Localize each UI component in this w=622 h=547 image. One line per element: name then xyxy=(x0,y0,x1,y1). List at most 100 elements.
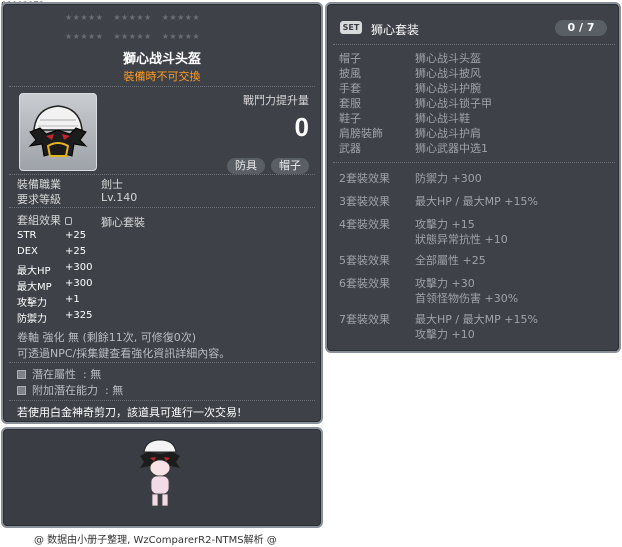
set-piece-name: 狮心战斗披风 xyxy=(415,67,481,80)
trade-note: 裝備時不可交換 xyxy=(123,70,201,83)
scissor-note: 若使用白金神奇剪刀，該道具可進行一次交易! xyxy=(17,406,242,419)
stat-dex: DEX +25 xyxy=(17,246,86,257)
set-effect-tier-label: 6套裝效果 xyxy=(339,277,390,290)
stat-value: +1 xyxy=(65,294,80,305)
star-force-row-1: ★★★★★ ★★★★★ ★★★★★ xyxy=(65,13,201,22)
set-piece-row: 披風 狮心战斗披风 xyxy=(339,65,481,81)
tag-hat: 帽子 xyxy=(271,158,309,174)
req-job: 裝備職業 劍士 xyxy=(17,176,123,192)
character-preview xyxy=(140,439,180,507)
set-effect-line: 攻擊力 +15 xyxy=(415,218,475,231)
set-effect-tier-label: 3套裝效果 xyxy=(339,195,390,208)
item-name: 獅心战斗头盔 xyxy=(122,52,201,67)
stat-attack: 攻擊力 +1 xyxy=(17,294,80,309)
set-effect-line: 狀態异常抗性 +10 xyxy=(415,233,508,246)
set-piece-slot: 套服 xyxy=(339,97,361,110)
set-effect-line: 最大HP / 最大MP +15% xyxy=(415,313,538,326)
divider xyxy=(333,44,615,45)
req-level: 要求等級 Lv.140 xyxy=(17,191,137,207)
combat-power-value: 0 xyxy=(294,112,309,142)
set-title: 狮心套装 xyxy=(371,23,420,37)
item-tooltip: ★★★★★ ★★★★★ ★★★★★ ★★★★★ ★★★★★ ★★★★★ 獅心战斗头盔 裝… xyxy=(1,2,323,424)
star-force-row-2: ★★★★★ ★★★★★ ★★★★★ xyxy=(65,32,201,41)
set-effect-tier: 5套裝效果 全部屬性 +25 xyxy=(339,252,486,268)
set-effect-line: 攻擊力 +30 xyxy=(415,277,475,290)
set-piece-name: 狮心战斗头盔 xyxy=(415,52,481,65)
potential-label: 附加潛在能力 xyxy=(32,384,98,397)
helmet-icon xyxy=(28,105,88,157)
potential-icon xyxy=(17,370,26,379)
stat-value: +25 xyxy=(65,246,87,257)
stat-label: DEX xyxy=(17,246,38,257)
set-effect-line: 首领怪物伤害 +30% xyxy=(415,292,519,305)
combat-power-label: 戰鬥力提升量 xyxy=(243,94,309,107)
set-piece-slot: 披風 xyxy=(339,67,361,80)
potential-row: 潛在屬性 : 無 xyxy=(17,366,101,382)
set-piece-row: 武器 狮心武器中选1 xyxy=(339,140,488,156)
set-effect-line: 防禦力 +300 xyxy=(415,172,482,185)
stat-max-hp: 最大HP +300 xyxy=(17,262,92,277)
set-effect-tier-label: 2套裝效果 xyxy=(339,172,390,185)
stat-value: +300 xyxy=(65,262,93,273)
set-piece-row: 肩膀裝飾 狮心战斗护肩 xyxy=(339,125,481,141)
set-effect-tier: 3套裝效果 最大HP / 最大MP +15% xyxy=(339,193,538,209)
potential-value: : 無 xyxy=(105,384,124,397)
set-piece-row: 手套 狮心战斗护腕 xyxy=(339,80,481,96)
stat-max-mp: 最大MP +300 xyxy=(17,278,92,293)
stat-label: STR xyxy=(17,230,37,241)
set-info-panel: SET 狮心套装 0 / 7 帽子 狮心战斗头盔 披風 狮心战斗披风 手套 狮心战斗护腕套… xyxy=(325,2,621,353)
divider xyxy=(9,86,315,87)
stat-label: 最大HP xyxy=(17,266,51,277)
set-piece-slot: 武器 xyxy=(339,142,361,155)
set-badge: SET xyxy=(340,21,362,34)
set-piece-name: 狮心战斗鞋 xyxy=(415,112,470,125)
set-effect-tier: 6套裝效果 攻擊力 +30 首领怪物伤害 +30% xyxy=(339,275,518,305)
set-piece-name: 狮心战斗锁子甲 xyxy=(415,97,492,110)
set-effect-line: 攻擊力 +10 xyxy=(415,328,475,341)
stat-value: +325 xyxy=(65,310,93,321)
set-piece-slot: 肩膀裝飾 xyxy=(339,127,383,140)
set-piece-row: 鞋子 狮心战斗鞋 xyxy=(339,110,470,126)
set-count: 0 / 7 xyxy=(555,20,607,36)
set-piece-name: 狮心武器中选1 xyxy=(415,142,488,155)
set-effect-tier-label: 5套裝效果 xyxy=(339,254,390,267)
divider xyxy=(9,362,315,363)
set-effect-text: 套組效果 xyxy=(17,214,61,227)
potential-icon xyxy=(17,386,26,395)
footer-credit: @ 数据由小册子整理, WzComparerR2-NTMS解析 @ xyxy=(34,535,277,546)
set-piece-row: 帽子 狮心战斗头盔 xyxy=(339,50,481,66)
set-piece-name: 狮心战斗护腕 xyxy=(415,82,481,95)
lock-icon xyxy=(65,217,72,225)
divider xyxy=(9,207,315,208)
stat-str: STR +25 xyxy=(17,230,86,241)
stat-value: +300 xyxy=(65,278,93,289)
set-effect-name[interactable]: 獅心套裝 xyxy=(101,214,145,230)
stat-label: 防禦力 xyxy=(17,314,47,325)
stat-label: 最大MP xyxy=(17,282,52,293)
item-icon-frame[interactable] xyxy=(19,93,97,171)
set-effect-tier-label: 7套裝效果 xyxy=(339,313,390,326)
divider xyxy=(9,174,315,175)
req-label: 裝備職業 xyxy=(17,178,61,191)
divider xyxy=(9,400,315,401)
req-value: Lv.140 xyxy=(101,191,138,204)
set-effect-tier: 4套裝效果 攻擊力 +15 狀態异常抗性 +10 xyxy=(339,216,508,246)
req-label: 要求等級 xyxy=(17,193,61,206)
additional-potential-row: 附加潛在能力 : 無 xyxy=(17,382,123,398)
scroll-upgrade-info: 卷軸 強化 無 (剩餘11次, 可修復0次) xyxy=(17,331,197,344)
set-effect-line: 全部屬性 +25 xyxy=(415,254,486,267)
character-preview-panel xyxy=(1,427,323,528)
set-piece-name: 狮心战斗护肩 xyxy=(415,127,481,140)
req-value: 劍士 xyxy=(101,178,123,191)
set-effect-tier: 7套裝效果 最大HP / 最大MP +15% 攻擊力 +10 xyxy=(339,311,538,341)
set-piece-slot: 鞋子 xyxy=(339,112,361,125)
set-piece-row: 套服 狮心战斗锁子甲 xyxy=(339,95,492,111)
potential-label: 潛在屬性 xyxy=(32,368,76,381)
potential-value: : 無 xyxy=(83,368,102,381)
set-piece-slot: 帽子 xyxy=(339,52,361,65)
stat-label: 攻擊力 xyxy=(17,298,47,309)
set-effect-label: 套組效果 xyxy=(17,212,72,228)
set-effect-tier: 2套裝效果 防禦力 +300 xyxy=(339,170,482,186)
set-piece-slot: 手套 xyxy=(339,82,361,95)
npc-note: 可透過NPC/採集鍵查看強化資訊詳細內容。 xyxy=(17,347,231,360)
